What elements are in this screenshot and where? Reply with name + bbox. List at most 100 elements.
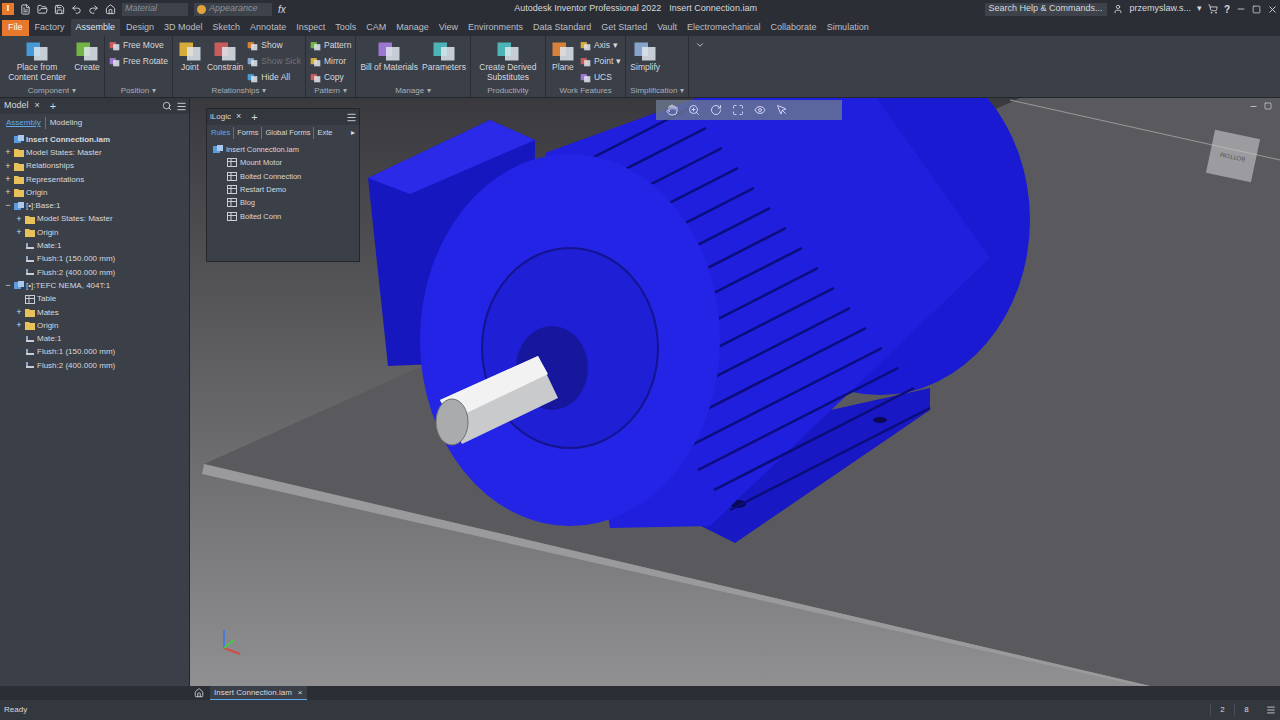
ribbon-small-button[interactable]: Show [247, 38, 301, 53]
ilogic-rule[interactable]: Restart Demo [213, 183, 359, 196]
undo-icon[interactable] [71, 4, 82, 15]
ilogic-close[interactable]: × [236, 110, 241, 124]
select-icon[interactable] [776, 104, 788, 116]
tree-expander[interactable]: + [15, 306, 23, 320]
orbit-icon[interactable] [710, 104, 722, 116]
ribbon-tab[interactable]: Annotate [246, 20, 290, 36]
ilogic-rule[interactable]: Bolted Conn [213, 209, 359, 222]
tree-item[interactable]: +Representations [0, 173, 189, 186]
tree-item[interactable]: Flush:1 (150.000 mm) [0, 253, 189, 266]
browser-tab[interactable]: Model [2, 99, 31, 113]
tree-item[interactable]: +Origin [0, 319, 189, 332]
app-logo[interactable]: I [2, 3, 14, 15]
ribbon-tab[interactable]: Collaborate [767, 20, 821, 36]
ribbon-tab[interactable]: Tools [331, 20, 360, 36]
ribbon-large-button[interactable]: Bill of Materials [360, 38, 418, 85]
new-icon[interactable] [20, 4, 31, 15]
more-icon[interactable] [695, 40, 705, 50]
browser-subtab[interactable]: Modeling [45, 117, 82, 129]
ilogic-rule[interactable]: Mount Motor [213, 156, 359, 169]
ribbon-tab[interactable]: Sketch [209, 20, 245, 36]
pan-icon[interactable] [666, 104, 678, 116]
ilogic-subtab[interactable]: Global Forms [261, 127, 310, 138]
tree-item[interactable]: +Model States: Master [0, 146, 189, 159]
tree-expander[interactable]: + [4, 173, 12, 187]
ribbon-tab[interactable]: Assemble [71, 19, 121, 36]
ribbon-large-button[interactable]: Simplify [630, 38, 660, 85]
tree-expander[interactable]: + [4, 160, 12, 174]
ribbon-large-button[interactable]: Parameters [422, 38, 466, 85]
tree-expander[interactable]: + [4, 186, 12, 200]
ilogic-subtab[interactable]: Rules [211, 127, 230, 138]
ribbon-small-button[interactable]: Free Rotate [109, 54, 168, 69]
ilogic-more[interactable]: ▸ [351, 127, 355, 138]
ribbon-group-label[interactable]: Manage▾ [360, 85, 466, 97]
tree-item[interactable]: Mate:1 [0, 239, 189, 252]
tree-expander[interactable]: − [4, 279, 12, 293]
ribbon-group-label[interactable]: Pattern▾ [310, 85, 351, 97]
maximize-icon[interactable] [1252, 5, 1261, 14]
ribbon-small-button[interactable]: Mirror [310, 54, 351, 69]
tree-item[interactable]: +Model States: Master [0, 213, 189, 226]
tree-expander[interactable]: + [15, 226, 23, 240]
tree-item[interactable]: Table [0, 293, 189, 306]
ribbon-tab[interactable]: 3D Model [160, 20, 207, 36]
tree-item[interactable]: Mate:1 [0, 332, 189, 345]
ilogic-rule[interactable]: Blog [213, 196, 359, 209]
ilogic-add[interactable]: + [251, 109, 257, 126]
restore-icon[interactable] [1249, 102, 1258, 111]
ribbon-tab[interactable]: Design [122, 20, 158, 36]
browser-close[interactable]: × [35, 99, 40, 113]
maximize-view-icon[interactable] [1264, 102, 1272, 110]
zoom-all-icon[interactable] [732, 104, 744, 116]
browser-add[interactable]: + [50, 98, 56, 115]
home-tab-icon[interactable] [194, 688, 204, 698]
redo-icon[interactable] [88, 4, 99, 15]
ribbon-tab[interactable]: View [435, 20, 462, 36]
tree-item[interactable]: +Relationships [0, 160, 189, 173]
ribbon-tab[interactable]: Manage [392, 20, 433, 36]
ribbon-group-label[interactable]: Work Features [550, 85, 621, 97]
ribbon-tab[interactable]: Simulation [823, 20, 873, 36]
ilogic-root[interactable]: Insert Connection.iam [213, 143, 359, 156]
tree-item[interactable]: Insert Connection.iam [0, 133, 189, 146]
tree-item[interactable]: +Origin [0, 186, 189, 199]
ribbon-small-button[interactable]: Free Move [109, 38, 168, 53]
ribbon-tab[interactable]: Get Started [597, 20, 651, 36]
minimize-icon[interactable] [1236, 4, 1246, 14]
tree-item[interactable]: +Origin [0, 226, 189, 239]
ribbon-tab[interactable]: Data Standard [529, 20, 595, 36]
appearance-dropdown[interactable]: Appearance [194, 3, 272, 16]
ilogic-subtab[interactable]: Exte [313, 127, 332, 138]
ribbon-small-button[interactable]: UCS [580, 70, 621, 85]
ribbon-group-label[interactable]: Productivity [475, 85, 541, 97]
ribbon-large-button[interactable]: Joint [177, 38, 203, 85]
close-icon[interactable] [1267, 4, 1278, 15]
material-dropdown[interactable]: Material [122, 3, 188, 16]
ribbon-tab[interactable]: Inspect [292, 20, 329, 36]
ribbon-small-button[interactable]: Copy [310, 70, 351, 85]
ilogic-subtab[interactable]: Forms [233, 127, 258, 138]
ribbon-group-label[interactable]: Component▾ [4, 85, 100, 97]
view-face-icon[interactable] [754, 104, 766, 116]
ribbon-group-label[interactable]: Position▾ [109, 85, 168, 97]
dropdown-arrow[interactable]: ▾ [613, 39, 618, 52]
ribbon-large-button[interactable]: Constrain [207, 38, 243, 85]
user-arrow[interactable]: ▾ [1197, 2, 1202, 16]
tree-expander[interactable]: + [4, 146, 12, 160]
ribbon-tab[interactable]: Vault [653, 20, 681, 36]
dropdown-arrow[interactable]: ▾ [616, 55, 621, 68]
tree-item[interactable]: −[•]:Base:1 [0, 199, 189, 212]
ribbon-tab[interactable]: Factory [31, 20, 69, 36]
viewcube[interactable]: BOTTOM [1206, 130, 1260, 183]
menu-icon[interactable] [176, 101, 187, 112]
ribbon-tab[interactable]: File [2, 20, 29, 36]
tree-item[interactable]: Flush:1 (150.000 mm) [0, 346, 189, 359]
tree-item[interactable]: Flush:2 (400.000 mm) [0, 359, 189, 372]
search-icon[interactable] [162, 101, 172, 111]
ribbon-large-button[interactable]: Place from Content Center [4, 38, 70, 85]
browser-subtab[interactable]: Assembly [6, 117, 41, 129]
viewcube-face[interactable]: BOTTOM [1220, 149, 1247, 163]
ilogic-rule[interactable]: Bolted Connection [213, 170, 359, 183]
ribbon-small-button[interactable]: Axis▾ [580, 38, 621, 53]
